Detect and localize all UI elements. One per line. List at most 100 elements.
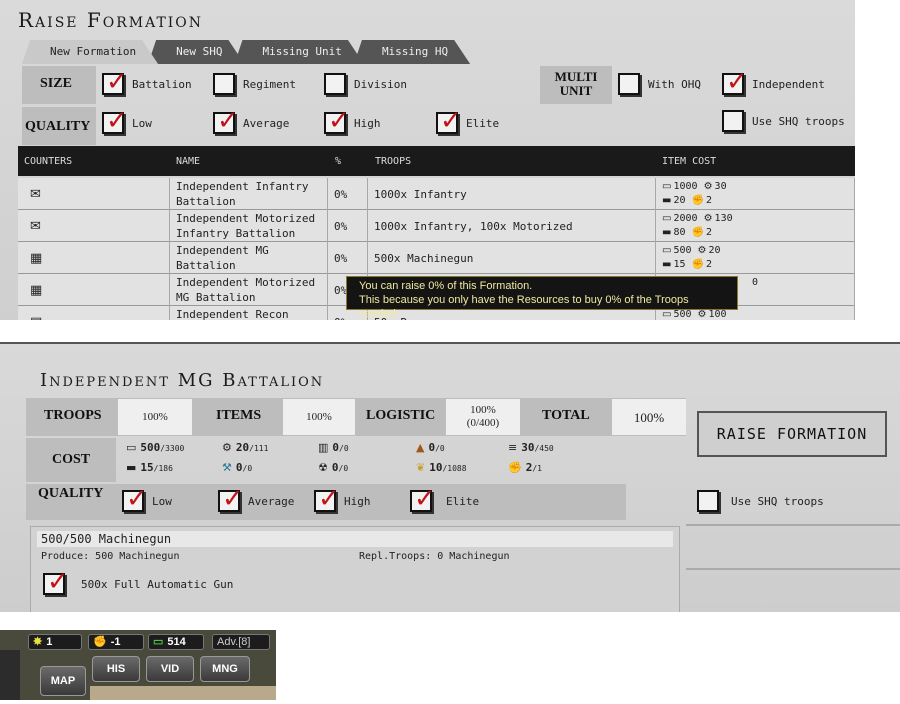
troops-label: TROOPS [44, 408, 102, 424]
division-label: Division [354, 77, 407, 91]
helmet-icon: ▬ [662, 195, 672, 206]
size-label-text: SIZE [40, 76, 72, 91]
detail-quality-low[interactable]: Low [122, 484, 172, 514]
formation-table-header: COUNTERS NAME % TROOPS ITEM COST [18, 146, 855, 176]
tab-new-formation[interactable]: New Formation [22, 40, 158, 64]
tank-icon: ▭ [126, 441, 137, 454]
cost-item: ▬ 15/186 [126, 461, 173, 474]
detail-use-shq-option[interactable]: Use SHQ troops [697, 490, 824, 512]
quality-option-elite[interactable]: Elite [436, 106, 500, 136]
multi-option-independent[interactable]: Independent [722, 67, 825, 97]
low-checkbox[interactable] [102, 106, 128, 136]
independent-label: Independent [752, 77, 825, 91]
multi-unit-label-text: MULTI UNIT [554, 69, 598, 98]
elite-label: Elite [466, 116, 500, 130]
size-option-division[interactable]: Division [324, 73, 407, 95]
independent-checkbox[interactable] [722, 67, 748, 97]
detail-elite-label: Elite [446, 494, 480, 508]
high-checkbox[interactable] [324, 106, 350, 136]
raise-formation-panel: Raise Formation New Formation New SHQ Mi… [0, 0, 855, 320]
cost-item: ☢ 0/0 [318, 461, 348, 474]
elite-checkbox[interactable] [436, 106, 462, 136]
detail-average-label: Average [248, 494, 295, 508]
cost-total: /111 [249, 444, 269, 453]
cost-item: ❦ 10/1088 [416, 461, 467, 474]
hud-adv[interactable]: Adv.[8] [212, 634, 270, 650]
cost-label-text: COST [52, 452, 91, 467]
cost-total: /186 [153, 464, 173, 473]
hud-stat-1-value: 1 [46, 636, 53, 648]
size-option-battalion[interactable]: Battalion [102, 67, 192, 97]
average-label: Average [243, 116, 290, 130]
multi-option-with-ohq[interactable]: With OHQ [618, 73, 701, 95]
row-troops: 1000x Infantry [368, 178, 656, 210]
use-shq-option[interactable]: Use SHQ troops [722, 110, 845, 132]
detail-low-checkbox[interactable] [122, 484, 148, 514]
vid-button[interactable]: VID [146, 656, 194, 682]
cost-total: /0 [339, 444, 349, 453]
gear-icon: ⚙ [697, 245, 707, 256]
fist-icon: ✊ [93, 636, 107, 648]
use-shq-checkbox[interactable] [722, 110, 744, 132]
hud-stat-1: ✸ 1 [28, 634, 82, 650]
detail-quality-elite[interactable]: Elite [410, 484, 480, 514]
panel-title: Raise Formation [18, 8, 204, 32]
detail-use-shq-label: Use SHQ troops [731, 494, 824, 508]
cost-d: 2 [705, 227, 713, 238]
item-checkbox[interactable] [43, 567, 69, 597]
detail-high-label: High [344, 494, 371, 508]
row-name: Independent Motorized Infantry Battalion [170, 210, 328, 242]
detail-quality-average[interactable]: Average [218, 484, 295, 514]
with-ohq-label: With OHQ [648, 77, 701, 91]
helmet-icon: ▬ [126, 461, 137, 474]
battalion-checkbox[interactable] [102, 67, 128, 97]
quality-option-high[interactable]: High [324, 106, 381, 136]
item-row[interactable]: 500x Full Automatic Gun [43, 567, 233, 597]
tab-missing-hq[interactable]: Missing HQ [354, 40, 470, 64]
cost-total: /0 [435, 444, 445, 453]
detail-average-checkbox[interactable] [218, 484, 244, 514]
cost-value: 0 [331, 461, 339, 474]
cost-a: 500 [673, 245, 692, 256]
average-checkbox[interactable] [213, 106, 239, 136]
cost-item: ≡ 30/450 [508, 441, 554, 454]
table-row[interactable]: ✉ Independent Infantry Battalion 0% 1000… [18, 178, 855, 210]
quality-option-low[interactable]: Low [102, 106, 152, 136]
size-option-regiment[interactable]: Regiment [213, 73, 296, 95]
row-troops: 500x Machinegun [368, 242, 656, 274]
mng-button[interactable]: MNG [200, 656, 250, 682]
cost-item: ⚙ 20/111 [222, 441, 268, 454]
col-counters: COUNTERS [24, 156, 73, 167]
logistic-label: LOGISTIC [366, 408, 435, 424]
map-button[interactable]: MAP [40, 666, 86, 696]
detail-quality-high[interactable]: High [314, 484, 371, 514]
tab-missing-unit[interactable]: Missing Unit [234, 40, 363, 64]
raise-formation-button[interactable]: RAISE FORMATION [697, 411, 887, 457]
cost-b: 130 [714, 213, 733, 224]
cost-item: ⚒ 0/0 [222, 461, 252, 474]
gear-icon: ⚙ [703, 213, 713, 224]
quality-option-average[interactable]: Average [213, 106, 290, 136]
troops-label-text: TROOPS [44, 408, 102, 423]
his-button[interactable]: HIS [92, 656, 140, 682]
cost-value: 30 [521, 441, 535, 454]
detail-elite-checkbox[interactable] [410, 484, 436, 514]
total-label: TOTAL [542, 408, 590, 424]
cost-total: /1 [532, 464, 542, 473]
tab-new-shq[interactable]: New SHQ [148, 40, 244, 64]
cost-c: 80 [673, 227, 686, 238]
division-checkbox[interactable] [324, 73, 346, 95]
fist-icon: ✊ [508, 461, 522, 474]
helmet-icon: ▬ [662, 259, 672, 270]
detail-high-checkbox[interactable] [314, 484, 340, 514]
col-troops: TROOPS [375, 156, 412, 167]
cost-d: 2 [705, 259, 713, 270]
cost-a: 2000 [673, 213, 698, 224]
with-ohq-checkbox[interactable] [618, 73, 640, 95]
counter-icon: ✉ [18, 210, 170, 242]
detail-use-shq-checkbox[interactable] [697, 490, 719, 512]
table-row[interactable]: ▦ Independent MG Battalion 0% 500x Machi… [18, 242, 855, 274]
cost-value: 0 [235, 461, 243, 474]
table-row[interactable]: ✉ Independent Motorized Infantry Battali… [18, 210, 855, 242]
regiment-checkbox[interactable] [213, 73, 235, 95]
